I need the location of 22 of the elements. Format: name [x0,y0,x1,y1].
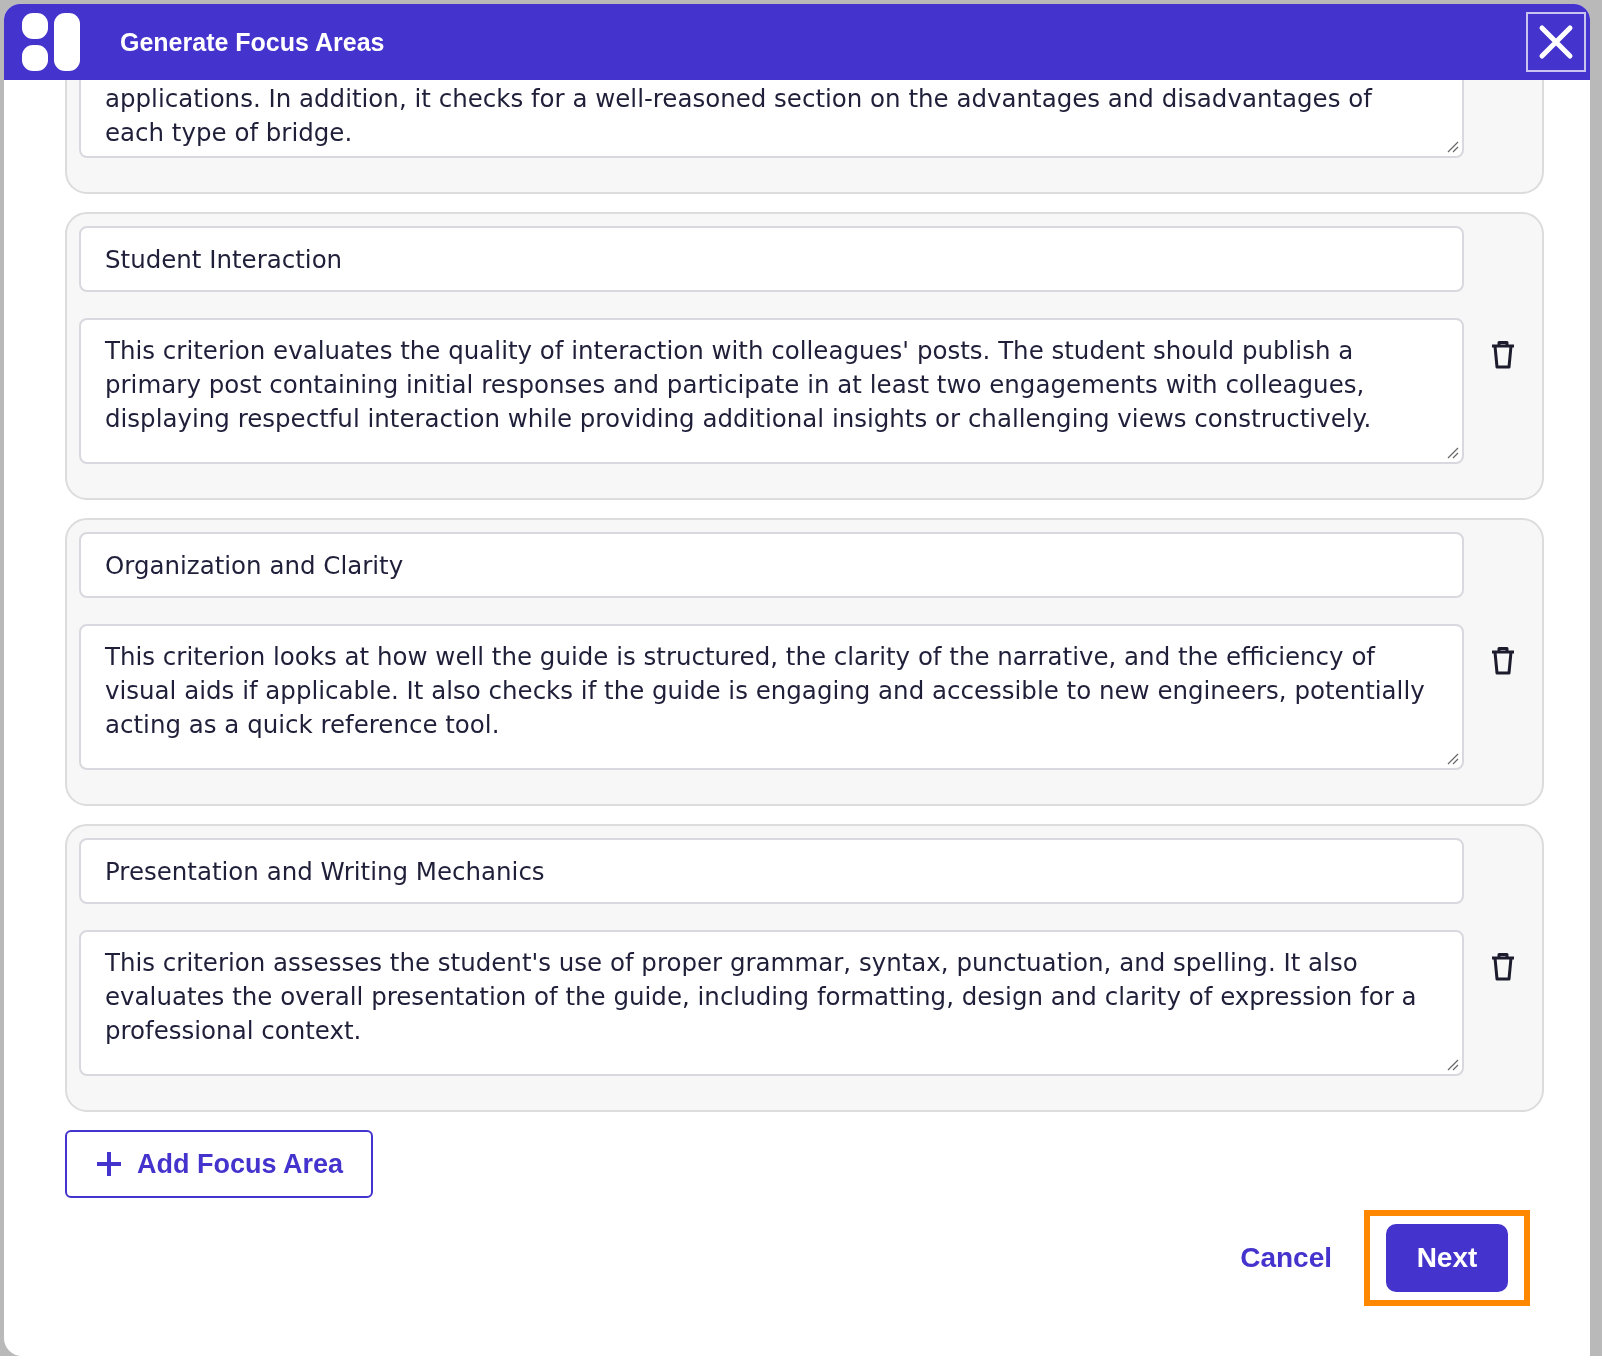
description-field[interactable]: This criterion assesses the student's use of proper grammar, syntax, punctuation, and spelling. It also evaluates the overall presentation of the guide, including formatting, design and clarity of expression for a professional context. [79,930,1464,1076]
title-field[interactable]: Student Interaction [79,226,1464,292]
close-button[interactable] [1526,12,1586,72]
description-field[interactable]: applications. In addition, it checks for a well-reasoned section on the advantages and disadvantages of each type of bridge. [79,80,1464,158]
description-field[interactable]: This criterion looks at how well the guide is structured, the clarity of the narrative, and the efficiency of visual aids if applicable. It also checks if the guide is engaging and accessible to new engineers, potentially acting as a quick reference tool. [79,624,1464,770]
next-button[interactable]: Next [1386,1224,1508,1292]
resize-handle-icon[interactable] [1447,141,1459,153]
description-field[interactable]: This criterion evaluates the quality of interaction with colleagues' posts. The student should publish a primary post containing initial responses and participate in at least two engagements with colleagues, displaying respectful interaction while providing additional insights or challenging views constructively. [79,318,1464,464]
dialog-title: Generate Focus Areas [120,27,386,57]
plus-icon [95,1150,123,1178]
close-icon [1537,23,1575,61]
title-field[interactable]: Presentation and Writing Mechanics [79,838,1464,904]
add-focus-area-button[interactable]: Add Focus Area [65,1130,374,1198]
resize-handle-icon[interactable] [1447,753,1459,765]
trash-icon[interactable] [1490,646,1516,676]
cancel-button[interactable]: Cancel [1234,1241,1338,1275]
trash-icon[interactable] [1490,340,1516,370]
resize-handle-icon[interactable] [1447,1059,1459,1071]
trash-icon[interactable] [1490,952,1516,982]
title-field[interactable]: Organization and Clarity [79,532,1464,598]
resize-handle-icon[interactable] [1447,447,1459,459]
logo-icon [22,13,80,71]
